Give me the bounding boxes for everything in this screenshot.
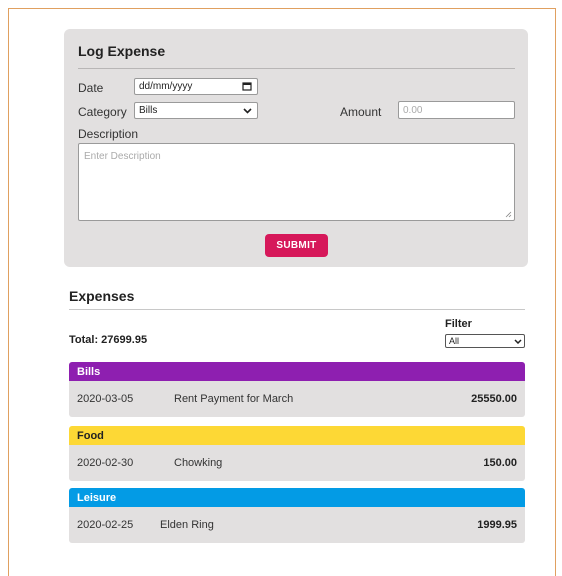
expense-group-bills: Bills 2020-03-05 Rent Payment for March … — [69, 362, 525, 417]
filter-select[interactable]: All — [445, 334, 525, 348]
expense-date: 2020-02-30 — [77, 457, 134, 469]
description-textarea[interactable]: Enter Description — [78, 143, 515, 221]
total-amount: Total: 27699.95 — [69, 334, 148, 346]
amount-label: Amount — [340, 105, 382, 119]
filter-label: Filter — [445, 318, 472, 330]
expense-amount: 25550.00 — [471, 393, 517, 405]
amount-input[interactable]: 0.00 — [398, 101, 515, 119]
expenses-divider — [69, 309, 525, 310]
chevron-down-icon — [240, 106, 254, 116]
expense-description: Chowking — [174, 457, 223, 469]
form-title: Log Expense — [78, 43, 166, 59]
group-header: Food — [69, 426, 525, 445]
description-label: Description — [78, 127, 139, 141]
expense-description: Rent Payment for March — [174, 393, 294, 405]
expense-date: 2020-03-05 — [77, 393, 134, 405]
date-label: Date — [78, 81, 104, 95]
expense-row[interactable]: 2020-02-25 Elden Ring 1999.95 — [69, 507, 525, 543]
date-placeholder: dd/mm/yyyy — [139, 81, 193, 92]
amount-placeholder: 0.00 — [403, 104, 423, 116]
category-select[interactable]: Bills — [134, 102, 258, 119]
expense-group-food: Food 2020-02-30 Chowking 150.00 — [69, 426, 525, 481]
expense-date: 2020-02-25 — [77, 519, 134, 531]
resize-grip-icon[interactable] — [505, 211, 512, 218]
expense-description: Elden Ring — [160, 519, 214, 531]
expense-row[interactable]: 2020-03-05 Rent Payment for March 25550.… — [69, 381, 525, 417]
expense-amount: 150.00 — [483, 457, 517, 469]
expense-group-leisure: Leisure 2020-02-25 Elden Ring 1999.95 — [69, 488, 525, 543]
category-label: Category — [78, 105, 127, 119]
expense-row[interactable]: 2020-02-30 Chowking 150.00 — [69, 445, 525, 481]
group-header: Leisure — [69, 488, 525, 507]
form-divider — [78, 68, 515, 69]
expense-amount: 1999.95 — [477, 519, 517, 531]
expenses-title: Expenses — [69, 288, 135, 304]
category-value: Bills — [139, 105, 158, 116]
date-input[interactable]: dd/mm/yyyy — [134, 78, 258, 95]
submit-button[interactable]: SUBMIT — [265, 234, 328, 257]
calendar-icon[interactable] — [240, 81, 254, 93]
group-header: Bills — [69, 362, 525, 381]
log-expense-form: Log Expense Date dd/mm/yyyy Category Bil… — [64, 29, 528, 267]
description-placeholder: Enter Description — [84, 151, 161, 162]
filter-value: All — [449, 336, 460, 346]
chevron-down-icon — [514, 337, 522, 346]
